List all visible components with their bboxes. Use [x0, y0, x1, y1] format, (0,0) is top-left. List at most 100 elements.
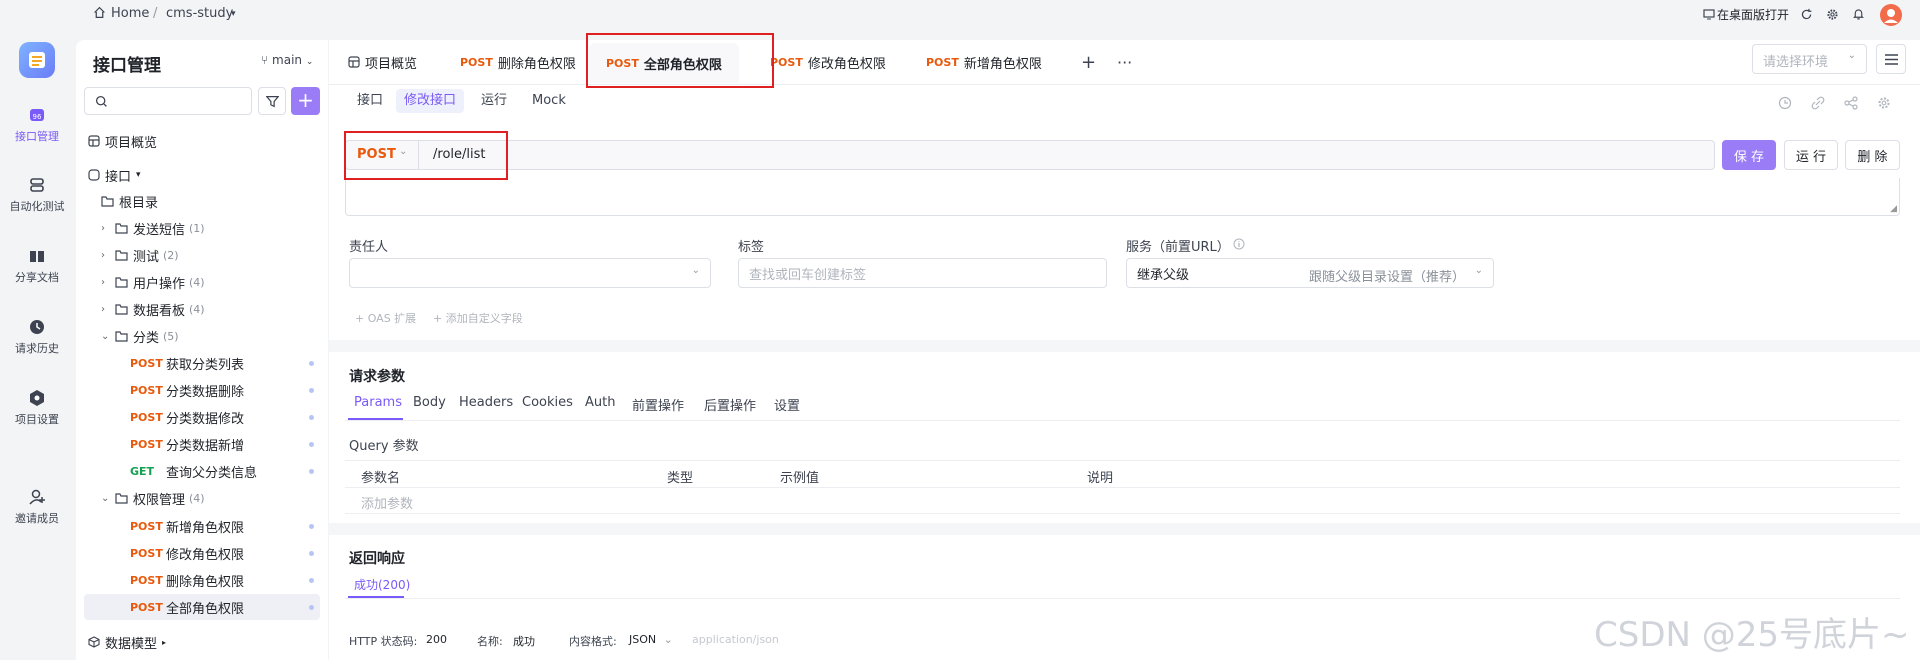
add-param-input[interactable]: 添加参数 [361, 493, 413, 512]
menu-button[interactable] [1876, 44, 1906, 74]
open-desktop-link[interactable]: 在桌面版打开 [1717, 6, 1789, 23]
param-tab-body[interactable]: Body [413, 395, 446, 410]
desktop-open-icon[interactable] [1703, 8, 1715, 20]
param-tab-headers[interactable]: Headers [459, 395, 513, 410]
avatar[interactable] [1880, 4, 1902, 26]
service-select[interactable]: 继承父级 跟随父级目录设置（推荐） ⌄ [1126, 258, 1494, 288]
folder-count: (4) [189, 302, 205, 316]
api-row[interactable]: POST 删除角色权限 [76, 567, 328, 593]
folder-row[interactable]: ⌄ 权限管理 (4) [76, 485, 328, 511]
main-panel: 项目概览 POST 删除角色权限 POST 全部角色权限 POST 修改角色权限… [329, 40, 1920, 660]
add-button[interactable]: + [291, 87, 320, 115]
api-row[interactable]: POST 获取分类列表 [76, 350, 328, 376]
tab-overview[interactable]: 项目概览 [348, 50, 417, 74]
subtab-edit-api[interactable]: 修改接口 [396, 89, 465, 113]
section-divider [329, 523, 1920, 535]
folder-open-icon [115, 330, 128, 342]
delete-button[interactable]: 删 除 [1845, 140, 1900, 170]
query-params-title: Query 参数 [349, 439, 419, 454]
tab-api[interactable]: POST 新增角色权限 [926, 50, 1042, 74]
top-bar: Home / cms-study ▾ 在桌面版打开 [0, 0, 1920, 30]
api-row[interactable]: POST 分类数据新增 [76, 431, 328, 457]
link-icon[interactable] [1811, 96, 1825, 110]
param-tab-pre[interactable]: 前置操作 [632, 395, 684, 414]
nav-share-docs[interactable]: 分享文档 [0, 247, 74, 285]
sidebar-item-root-dir[interactable]: 根目录 [76, 188, 328, 214]
left-nav: 96 接口管理 自动化测试 分享文档 请求历史 项目设置 邀请成员 [0, 30, 74, 660]
custom-field-button[interactable]: + 添加自定义字段 [433, 310, 523, 326]
sidebar-title: 接口管理 [93, 56, 161, 76]
subtab-mock[interactable]: Mock [524, 89, 574, 113]
breadcrumb-project[interactable]: cms-study [166, 6, 233, 21]
sidebar-item-api-root[interactable]: 接口 ▾ [76, 162, 328, 188]
api-row[interactable]: POST 修改角色权限 [76, 540, 328, 566]
sidebar-item-overview[interactable]: 项目概览 [76, 128, 328, 154]
bell-icon[interactable] [1852, 7, 1865, 21]
oas-extension-button[interactable]: + OAS 扩展 [355, 310, 416, 326]
highlight-box [344, 131, 508, 180]
folder-row[interactable]: ⌄ 分类 (5) [76, 323, 328, 349]
name-value[interactable]: 成功 [513, 633, 535, 649]
nav-invite-members[interactable]: 邀请成员 [0, 488, 74, 526]
subtab-run[interactable]: 运行 [473, 89, 515, 113]
more-tabs-button[interactable]: ··· [1117, 50, 1132, 74]
resize-handle-icon[interactable]: ◢ [1890, 204, 1897, 214]
folder-row[interactable]: › 发送短信 (1) [76, 215, 328, 241]
api-name: 分类数据删除 [166, 384, 245, 400]
chevron-down-icon: ⌄ [691, 265, 700, 276]
share-icon[interactable] [1844, 96, 1858, 110]
param-tab-cookies[interactable]: Cookies [522, 395, 573, 410]
divider [345, 420, 1900, 421]
branch-selector[interactable]: ⑂ main ⌄ [261, 53, 313, 67]
env-select[interactable]: 请选择环境 ⌄ [1752, 44, 1867, 74]
history-icon[interactable] [1778, 96, 1792, 110]
param-tab-post[interactable]: 后置操作 [704, 395, 756, 414]
content-format-select[interactable]: JSON ⌄ [629, 633, 673, 646]
search-icon [95, 95, 108, 108]
gear-icon[interactable] [1826, 8, 1839, 21]
owner-select[interactable]: ⌄ [349, 258, 711, 288]
search-input[interactable] [84, 87, 252, 115]
tab-label: 修改角色权限 [807, 56, 886, 72]
status-code-value[interactable]: 200 [426, 633, 447, 646]
nav-request-history[interactable]: 请求历史 [0, 318, 74, 356]
api-row[interactable]: POST 分类数据修改 [76, 404, 328, 430]
url-input[interactable]: /role/list [421, 140, 1713, 170]
tab-api[interactable]: POST 删除角色权限 [460, 50, 576, 74]
api-row-selected[interactable]: POST 全部角色权限 [84, 594, 320, 620]
save-button[interactable]: 保 存 [1722, 140, 1776, 170]
nav-automation-test[interactable]: 自动化测试 [0, 176, 74, 214]
tags-label: 标签 [738, 240, 765, 255]
caret-down-icon: ▾ [136, 170, 141, 180]
folder-row[interactable]: › 用户操作 (4) [76, 269, 328, 295]
api-row[interactable]: POST 新增角色权限 [76, 513, 328, 539]
content-type-hint: application/json [692, 633, 779, 646]
subtab-api[interactable]: 接口 [349, 89, 391, 113]
sidebar-item-data-model[interactable]: 数据模型 ▸ [76, 629, 328, 655]
param-tab-auth[interactable]: Auth [585, 395, 615, 410]
nav-project-settings[interactable]: 项目设置 [0, 389, 74, 427]
breadcrumb-home[interactable]: Home [111, 6, 149, 21]
description-textarea[interactable]: ◢ [345, 178, 1900, 216]
add-tab-button[interactable]: + [1081, 50, 1096, 74]
folder-row[interactable]: › 测试 (2) [76, 242, 328, 268]
home-icon[interactable] [93, 6, 106, 19]
tab-api[interactable]: POST 修改角色权限 [770, 50, 886, 74]
response-tab-success[interactable]: 成功(200) [354, 576, 410, 593]
refresh-icon[interactable] [1800, 8, 1813, 21]
nav-api-management[interactable]: 96 接口管理 [0, 106, 74, 144]
param-tab-params[interactable]: Params [354, 395, 402, 410]
filter-button[interactable] [258, 87, 286, 115]
gear-icon[interactable] [1877, 96, 1891, 110]
method-badge: POST [130, 410, 163, 424]
tags-input[interactable]: 查找或回车创建标签 [738, 258, 1107, 288]
run-button[interactable]: 运 行 [1784, 140, 1838, 170]
api-row[interactable]: POST 分类数据删除 [76, 377, 328, 403]
chevron-down-icon[interactable]: ▾ [231, 9, 236, 19]
info-icon[interactable] [1233, 238, 1245, 250]
api-row[interactable]: GET 查询父分类信息 [76, 458, 328, 484]
folder-row[interactable]: › 数据看板 (4) [76, 296, 328, 322]
param-tab-settings[interactable]: 设置 [774, 395, 800, 414]
folder-icon [115, 249, 128, 261]
api-name: 查询父分类信息 [166, 465, 258, 481]
